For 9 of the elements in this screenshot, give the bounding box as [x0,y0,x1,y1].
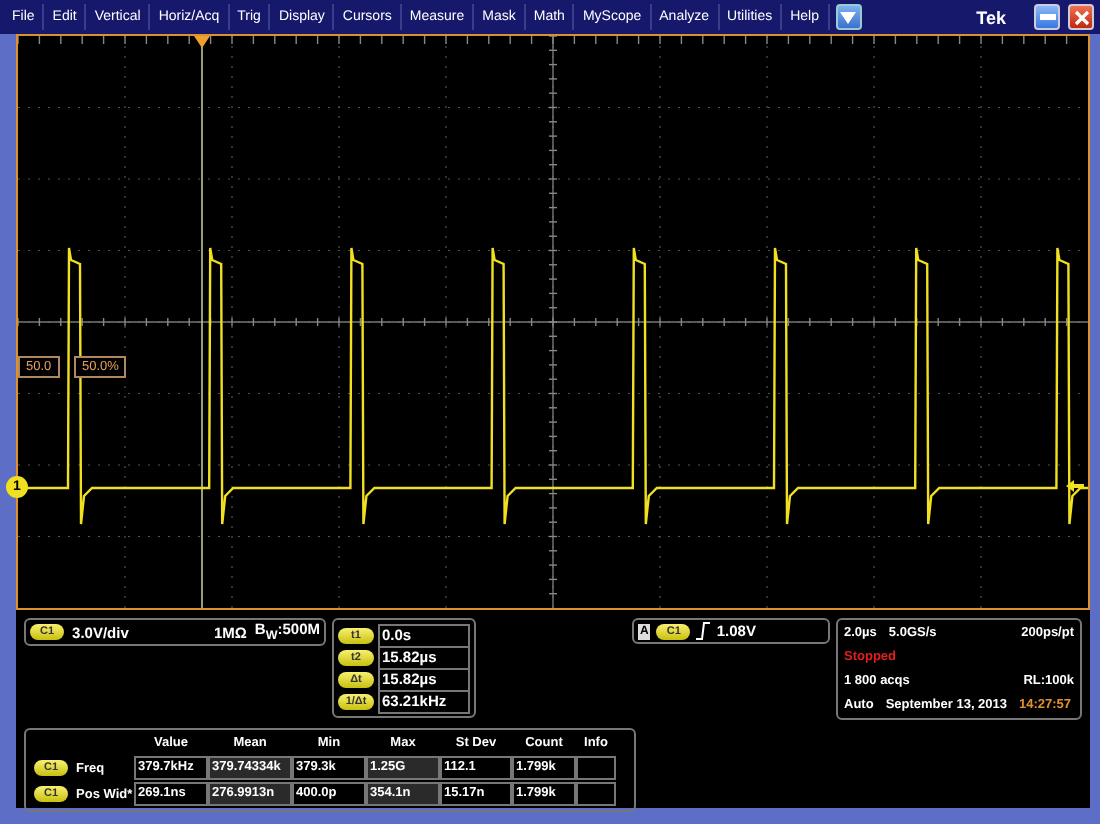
minimize-icon [1039,14,1055,20]
brand-logo: Tek [976,7,1006,27]
trigger-level-icon [1066,480,1084,492]
close-icon [1073,9,1089,25]
rising-edge-icon [696,622,711,640]
close-button[interactable] [1068,4,1094,30]
minimize-button[interactable] [1034,4,1060,30]
dropdown-button[interactable] [835,4,862,30]
caret-icon [840,11,857,23]
